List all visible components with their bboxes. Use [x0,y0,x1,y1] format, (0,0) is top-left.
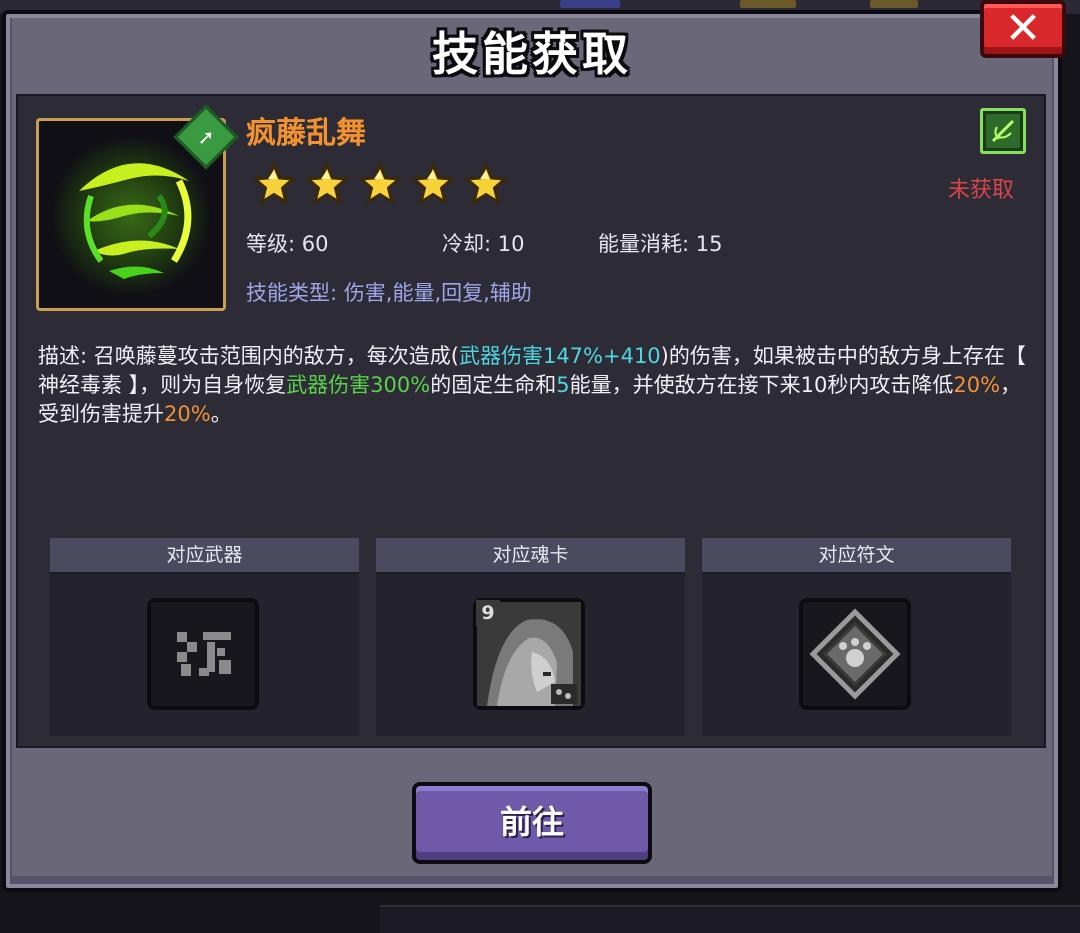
background-footer [380,905,1080,933]
upgrade-arrow-icon: ➚ [197,125,215,149]
description-text: 的固定生命和 [430,373,557,397]
skill-type: 技能类型: 伤害,能量,回复,辅助 [246,277,532,307]
skill-type-value: 伤害,能量,回复,辅助 [343,281,532,305]
close-icon: ✕ [1004,3,1042,54]
skill-energy-cost: 能量消耗: 15 [598,232,723,256]
star-icon [464,162,508,206]
slot-soul-card-header: 对应魂卡 [376,538,685,574]
slot-weapon: 对应武器 [50,538,359,736]
skill-cooldown: 冷却: 10 [442,232,525,256]
weapon-slot-button[interactable] [147,598,259,710]
star-rating [252,162,508,206]
star-icon [411,162,455,206]
rune-slot-button[interactable] [799,598,911,710]
skill-type-label: 技能类型: [246,281,338,305]
dialog-title: 技能获取 [432,27,632,81]
description-text: 描述: 召唤藤蔓攻击范围内的敌方，每次造成( [38,344,459,368]
close-button[interactable]: ✕ [980,0,1066,58]
description-highlight: 20% [164,402,211,426]
acquire-status: 未获取 [948,178,1015,203]
star-icon [252,162,296,206]
description-text: 能量，并使敌方在接下来10秒内攻击降低 [569,373,954,397]
go-button[interactable]: 前往 [412,782,652,864]
skill-description: 描述: 召唤藤蔓攻击范围内的敌方，每次造成(武器伤害147%+410)的伤害，如… [38,342,1028,429]
slot-rune-header: 对应符文 [702,538,1011,574]
description-text: 。 [210,402,232,426]
leaf-icon [991,119,1015,143]
card-level-badge: 9 [476,600,500,626]
description-highlight: 5 [556,373,570,397]
description-highlight: 武器伤害147%+410 [458,344,661,368]
slot-soul-card: 对应魂卡 9 [376,538,685,736]
description-highlight: 20% [953,373,1001,397]
weapon-icon [177,632,231,676]
background-decoration [740,0,796,8]
dna-status-icon[interactable] [980,108,1026,154]
star-icon [305,162,349,206]
background-decoration [560,0,620,8]
star-icon [358,162,402,206]
skill-level: 等级: 60 [246,232,329,256]
background-decoration [870,0,918,8]
slot-rune: 对应符文 [702,538,1011,736]
description-highlight: 武器伤害300% [286,373,431,397]
skill-name: 疯藤乱舞 [246,116,366,151]
rune-icon [809,608,901,700]
slot-weapon-header: 对应武器 [50,538,359,574]
